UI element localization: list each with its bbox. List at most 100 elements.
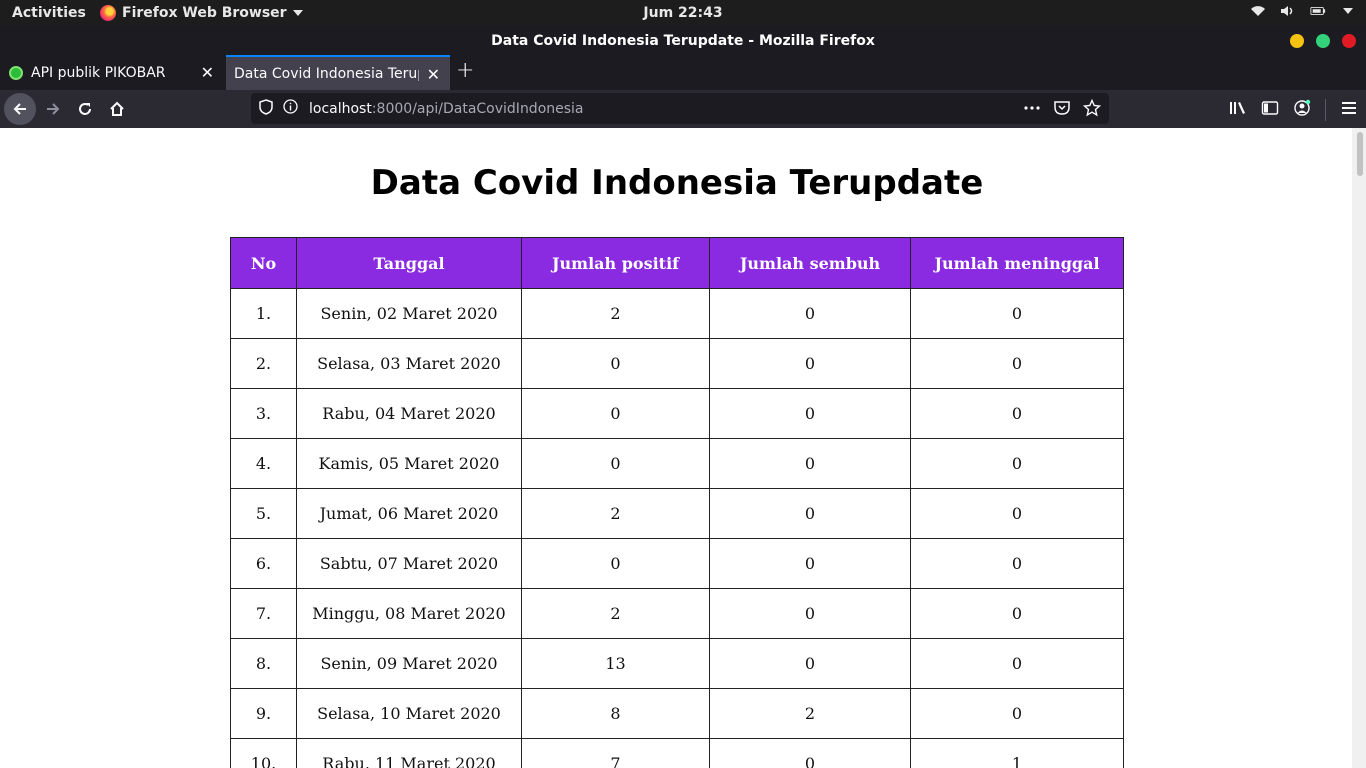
- cell-sembuh: 0: [709, 438, 911, 489]
- cell-no: 8.: [230, 638, 297, 689]
- tab-label: API publik PIKOBAR: [31, 64, 166, 81]
- cell-no: 10.: [230, 738, 297, 768]
- close-tab-icon[interactable]: ✕: [427, 65, 440, 84]
- table-row: 4. Kamis, 05 Maret 2020 0 0 0: [230, 438, 1124, 489]
- cell-positif: 7: [521, 738, 710, 768]
- scrollbar-thumb[interactable]: [1357, 132, 1363, 176]
- bookmark-star-icon[interactable]: [1082, 98, 1102, 121]
- cell-positif: 0: [521, 538, 710, 589]
- table-row: 3. Rabu, 04 Maret 2020 0 0 0: [230, 388, 1124, 439]
- cell-no: 6.: [230, 538, 297, 589]
- column-header-no: No: [230, 237, 297, 289]
- table-row: 8. Senin, 09 Maret 2020 13 0 0: [230, 638, 1124, 689]
- account-icon[interactable]: [1293, 99, 1311, 121]
- system-menu-arrow-icon[interactable]: [1340, 4, 1356, 18]
- column-header-jumlah-sembuh: Jumlah sembuh: [709, 237, 911, 289]
- site-info-icon[interactable]: [283, 99, 299, 118]
- wifi-icon[interactable]: [1250, 4, 1266, 18]
- close-tab-icon[interactable]: ✕: [201, 63, 214, 82]
- dropdown-arrow-icon: [292, 10, 303, 16]
- page-actions-menu-icon[interactable]: [1023, 99, 1041, 121]
- cell-no: 1.: [230, 288, 297, 339]
- table-row: 1. Senin, 02 Maret 2020 2 0 0: [230, 288, 1124, 339]
- cell-meninggal: 0: [910, 488, 1124, 539]
- new-tab-plus-icon[interactable]: +: [456, 58, 474, 83]
- cell-tanggal: Jumat, 06 Maret 2020: [296, 488, 522, 539]
- hamburger-menu-icon[interactable]: [1340, 100, 1358, 120]
- table-row: 5. Jumat, 06 Maret 2020 2 0 0: [230, 488, 1124, 539]
- minimize-button[interactable]: [1290, 34, 1304, 48]
- cell-tanggal: Minggu, 08 Maret 2020: [296, 588, 522, 639]
- cell-positif: 2: [521, 288, 710, 339]
- tab-favicon-icon: [9, 65, 23, 80]
- back-arrow-icon[interactable]: [4, 93, 36, 125]
- forward-arrow-icon[interactable]: [37, 93, 69, 125]
- reload-icon[interactable]: [69, 93, 101, 125]
- tab-strip: API publik PIKOBAR ✕ Data Covid Indonesi…: [0, 55, 1366, 90]
- activities-button[interactable]: Activities: [12, 5, 86, 21]
- cell-tanggal: Selasa, 03 Maret 2020: [296, 338, 522, 389]
- system-tray[interactable]: [1250, 4, 1356, 18]
- close-window-button[interactable]: [1342, 34, 1356, 48]
- tab-label: Data Covid Indonesia Terupdate: [234, 65, 419, 82]
- cell-tanggal: Selasa, 10 Maret 2020: [296, 688, 522, 739]
- cell-tanggal: Sabtu, 07 Maret 2020: [296, 538, 522, 589]
- cell-tanggal: Rabu, 04 Maret 2020: [296, 388, 522, 439]
- volume-icon[interactable]: [1280, 4, 1296, 18]
- table-row: 10. Rabu, 11 Maret 2020 7 0 1: [230, 738, 1124, 768]
- page-content: Data Covid Indonesia Terupdate No Tangga…: [0, 128, 1366, 768]
- cell-positif: 0: [521, 438, 710, 489]
- battery-icon[interactable]: [1310, 4, 1326, 18]
- pocket-icon[interactable]: [1053, 99, 1071, 121]
- cell-positif: 0: [521, 338, 710, 389]
- app-menu[interactable]: Firefox Web Browser: [100, 5, 303, 21]
- cell-no: 9.: [230, 688, 297, 739]
- window-controls: [1290, 34, 1356, 48]
- cell-meninggal: 0: [910, 288, 1124, 339]
- url-bar-actions: [1023, 98, 1102, 121]
- cell-sembuh: 2: [709, 688, 911, 739]
- table-row: 6. Sabtu, 07 Maret 2020 0 0 0: [230, 538, 1124, 589]
- tab-api-publik-pikobar[interactable]: API publik PIKOBAR ✕: [0, 55, 224, 90]
- cell-tanggal: Rabu, 11 Maret 2020: [296, 738, 522, 768]
- window-title: Data Covid Indonesia Terupdate - Mozilla…: [491, 33, 875, 49]
- tab-data-covid-indonesia[interactable]: Data Covid Indonesia Terupdate ✕: [226, 55, 450, 90]
- cell-tanggal: Kamis, 05 Maret 2020: [296, 438, 522, 489]
- cell-meninggal: 0: [910, 438, 1124, 489]
- vertical-scrollbar[interactable]: [1352, 128, 1366, 768]
- cell-tanggal: Senin, 02 Maret 2020: [296, 288, 522, 339]
- cell-no: 4.: [230, 438, 297, 489]
- cell-sembuh: 0: [709, 738, 911, 768]
- column-header-tanggal: Tanggal: [296, 237, 522, 289]
- window-title-bar: Data Covid Indonesia Terupdate - Mozilla…: [0, 27, 1366, 55]
- cell-sembuh: 0: [709, 488, 911, 539]
- column-header-jumlah-meninggal: Jumlah meninggal: [910, 237, 1124, 289]
- cell-sembuh: 0: [709, 588, 911, 639]
- cell-no: 5.: [230, 488, 297, 539]
- tracking-protection-shield-icon[interactable]: [259, 98, 275, 119]
- url-bar[interactable]: localhost:8000/api/DataCovidIndonesia: [251, 93, 1109, 124]
- cell-sembuh: 0: [709, 388, 911, 439]
- cell-tanggal: Senin, 09 Maret 2020: [296, 638, 522, 689]
- toolbar-separator: [1325, 99, 1326, 121]
- page-title: Data Covid Indonesia Terupdate: [370, 163, 984, 203]
- home-icon[interactable]: [101, 93, 133, 125]
- firefox-logo-icon: [100, 5, 116, 21]
- table-row: 9. Selasa, 10 Maret 2020 8 2 0: [230, 688, 1124, 739]
- cell-sembuh: 0: [709, 338, 911, 389]
- cell-positif: 8: [521, 688, 710, 739]
- cell-sembuh: 0: [709, 538, 911, 589]
- maximize-button[interactable]: [1316, 34, 1330, 48]
- cell-no: 2.: [230, 338, 297, 389]
- cell-positif: 13: [521, 638, 710, 689]
- sidebar-toggle-icon[interactable]: [1261, 100, 1279, 120]
- toolbar-right-icons: [1229, 99, 1358, 121]
- table-row: 7. Minggu, 08 Maret 2020 2 0 0: [230, 588, 1124, 639]
- covid-data-table: No Tanggal Jumlah positif Jumlah sembuh …: [230, 237, 1124, 768]
- cell-no: 3.: [230, 388, 297, 439]
- cell-meninggal: 0: [910, 588, 1124, 639]
- library-icon[interactable]: [1229, 100, 1247, 120]
- url-text[interactable]: localhost:8000/api/DataCovidIndonesia: [309, 101, 584, 117]
- cell-sembuh: 0: [709, 288, 911, 339]
- cell-positif: 0: [521, 388, 710, 439]
